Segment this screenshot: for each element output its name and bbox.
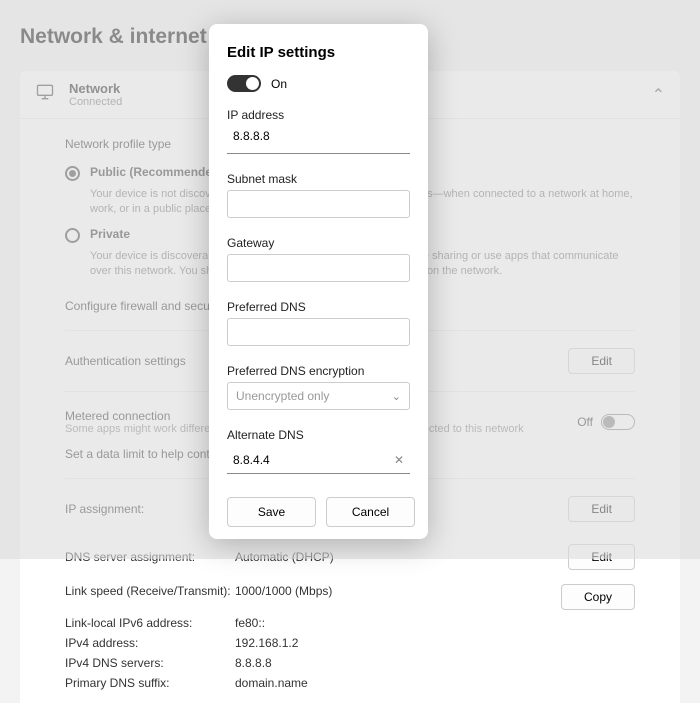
input-value: 8.8.4.4 [233,453,270,467]
pref-dns-input[interactable] [227,318,410,346]
save-button[interactable]: Save [227,497,316,527]
edit-ip-modal: Edit IP settings On IP address 8.8.8.8 S… [209,24,428,539]
toggle-on-icon [227,75,261,92]
detail-key: IPv4 DNS servers: [65,656,235,670]
detail-key: Link-local IPv6 address: [65,616,235,630]
copy-button[interactable]: Copy [561,584,635,610]
alt-dns-input[interactable]: 8.8.4.4 ✕ [227,446,410,474]
detail-value: fe80:: [235,616,265,630]
gateway-input[interactable] [227,254,410,282]
detail-value: 8.8.8.8 [235,656,272,670]
gateway-label: Gateway [227,236,410,250]
toggle-on-label: On [271,77,287,91]
detail-value: domain.name [235,676,308,690]
detail-key: Link speed (Receive/Transmit): [65,584,235,610]
ip-address-input[interactable]: 8.8.8.8 [227,126,410,154]
modal-buttons: Save Cancel [227,487,425,527]
detail-value: 192.168.1.2 [235,636,298,650]
chevron-down-icon: ⌄ [392,390,401,403]
modal-toggle[interactable]: On [227,75,410,92]
pref-dns-enc-select[interactable]: Unencrypted only ⌄ [227,382,410,410]
detail-key: Primary DNS suffix: [65,676,235,690]
detail-value: 1000/1000 (Mbps) [235,584,332,610]
clear-icon[interactable]: ✕ [394,453,404,467]
details-grid: Link speed (Receive/Transmit):1000/1000 … [65,581,635,693]
select-value: Unencrypted only [236,389,329,403]
ip-address-label: IP address [227,108,410,122]
subnet-input[interactable] [227,190,410,218]
alt-dns-label: Alternate DNS [227,428,410,442]
pref-dns-enc-label: Preferred DNS encryption [227,364,410,378]
cancel-button[interactable]: Cancel [326,497,415,527]
subnet-label: Subnet mask [227,172,410,186]
detail-key: IPv4 address: [65,636,235,650]
modal-title: Edit IP settings [227,44,410,61]
pref-dns-label: Preferred DNS [227,300,410,314]
